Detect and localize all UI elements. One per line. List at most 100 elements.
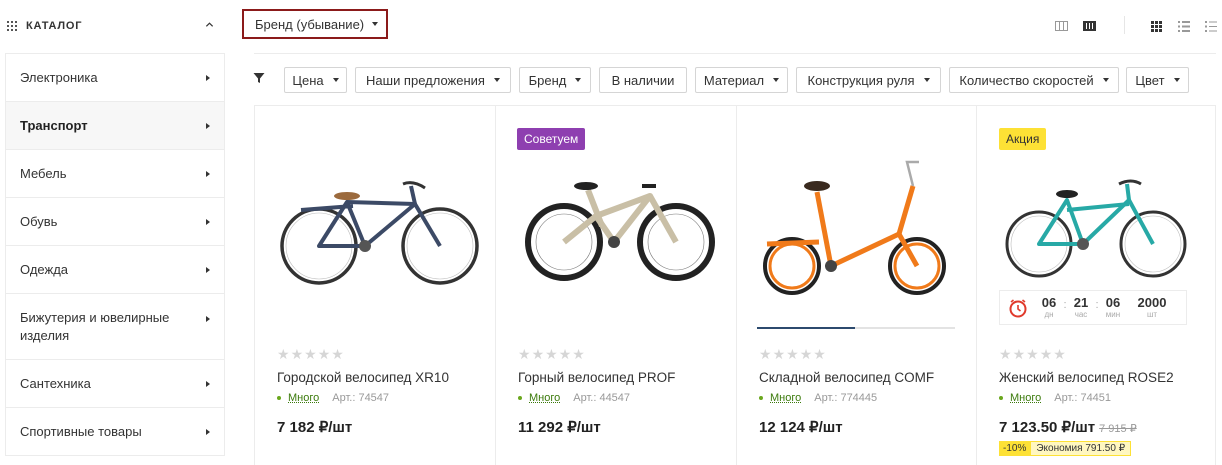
- filter-material[interactable]: Материал: [695, 67, 788, 93]
- stock-dot: [999, 396, 1003, 400]
- sort-label: Бренд (убывание): [255, 16, 365, 32]
- caret-right-icon: [206, 266, 210, 273]
- filter-price[interactable]: Цена: [284, 67, 347, 93]
- filter-label: Наши предложения: [366, 72, 485, 88]
- stock-label: Много: [770, 392, 802, 404]
- stock-dot: [277, 396, 281, 400]
- grid-dots-icon: [7, 21, 17, 31]
- sidebar-item-label: Обувь: [20, 213, 58, 229]
- product-name[interactable]: Горный велосипед PROF: [518, 370, 675, 385]
- sidebar-item-jewelry[interactable]: Бижутерия и ювелирные изделия: [6, 294, 224, 360]
- catalog-header[interactable]: КАТАЛОГ: [0, 0, 226, 52]
- rating-stars[interactable]: ★ ★ ★ ★ ★: [518, 347, 585, 361]
- stock-info: Много Арт.: 74451: [999, 392, 1111, 404]
- product-price: 7 182 ₽/шт: [277, 419, 353, 436]
- product-price: 11 292 ₽/шт: [518, 419, 601, 436]
- product-name[interactable]: Женский велосипед ROSE2: [999, 370, 1174, 385]
- view-list-icon[interactable]: [1178, 21, 1190, 32]
- caret-down-icon: [773, 78, 780, 82]
- catalog-title: КАТАЛОГ: [26, 20, 83, 32]
- timer-hours: 21 час: [1073, 295, 1089, 320]
- article-number: Арт.: 74451: [1054, 392, 1112, 404]
- sidebar-item-furniture[interactable]: Мебель: [6, 150, 224, 198]
- product-image[interactable]: [506, 144, 726, 314]
- caret-right-icon: [206, 380, 210, 387]
- filter-icon[interactable]: [253, 72, 265, 84]
- product-card[interactable]: ★ ★ ★ ★ ★ Складной велосипед COMF Много Арт.…: [737, 106, 978, 465]
- product-image[interactable]: [987, 144, 1207, 294]
- sidebar-item-label: Электроника: [20, 69, 98, 85]
- view-table-icon[interactable]: [1055, 21, 1068, 31]
- caret-down-icon: [332, 78, 339, 82]
- sidebar-item-clothes[interactable]: Одежда: [6, 246, 224, 294]
- filter-brand[interactable]: Бренд: [519, 67, 591, 93]
- caret-right-icon: [206, 170, 210, 177]
- product-image[interactable]: [265, 144, 485, 314]
- product-card[interactable]: Акция 06 дн : 21 час : 06 мин 2000 шт ★ ★ ★ ★ ★ …: [977, 106, 1218, 465]
- product-card[interactable]: Советуем ★ ★ ★ ★ ★ Горный велосипед PROF Мно…: [496, 106, 737, 465]
- stock-info: Много Арт.: 44547: [518, 392, 630, 404]
- view-compact-icon[interactable]: [1083, 21, 1096, 31]
- discount-info: -10% Экономия 791.50 ₽: [999, 441, 1132, 456]
- countdown-timer: 06 дн : 21 час : 06 мин 2000 шт: [999, 290, 1187, 325]
- sort-dropdown[interactable]: Бренд (убывание): [242, 9, 388, 39]
- caret-down-icon: [1173, 78, 1180, 82]
- caret-down-icon: [493, 78, 500, 82]
- current-price: 7 123.50 ₽/шт: [999, 419, 1096, 436]
- filter-label: Количество скоростей: [959, 72, 1094, 88]
- article-number: Арт.: 74547: [332, 392, 390, 404]
- article-number: Арт.: 774445: [814, 392, 878, 404]
- divider: [254, 53, 1216, 54]
- timer-quantity: 2000 шт: [1137, 295, 1167, 320]
- old-price: 7 915 ₽: [1099, 423, 1137, 435]
- product-name[interactable]: Складной велосипед COMF: [759, 370, 934, 385]
- rating-stars[interactable]: ★ ★ ★ ★ ★: [759, 347, 826, 361]
- filter-handlebar[interactable]: Конструкция руля: [796, 67, 941, 93]
- filter-offers[interactable]: Наши предложения: [355, 67, 511, 93]
- image-slider-indicator[interactable]: [757, 327, 955, 329]
- product-name[interactable]: Городской велосипед XR10: [277, 370, 449, 385]
- product-price: 7 123.50 ₽/шт 7 915 ₽: [999, 418, 1137, 436]
- caret-down-icon: [923, 78, 930, 82]
- chevron-up-icon[interactable]: [205, 20, 214, 29]
- view-grid-icon[interactable]: [1151, 21, 1162, 32]
- sidebar-item-transport[interactable]: Транспорт: [6, 102, 224, 150]
- caret-right-icon: [206, 428, 210, 435]
- rating-stars[interactable]: ★ ★ ★ ★ ★: [999, 347, 1066, 361]
- caret-right-icon: [206, 122, 210, 129]
- catalog-list: Электроника Транспорт Мебель Обувь Одежд…: [5, 53, 225, 456]
- divider: [1124, 16, 1125, 34]
- filter-label: В наличии: [611, 72, 675, 88]
- caret-right-icon: [206, 316, 210, 322]
- discount-percent: -10%: [999, 441, 1031, 456]
- timer-minutes: 06 мин: [1105, 295, 1121, 320]
- sidebar-item-label: Мебель: [20, 165, 67, 181]
- stock-label: Много: [288, 392, 320, 404]
- sidebar-item-electronics[interactable]: Электроника: [6, 54, 224, 102]
- product-price: 12 124 ₽/шт: [759, 419, 843, 436]
- rating-stars[interactable]: ★ ★ ★ ★ ★: [277, 347, 344, 361]
- product-card[interactable]: ★ ★ ★ ★ ★ Городской велосипед XR10 Много Арт…: [255, 106, 496, 465]
- stock-info: Много Арт.: 74547: [277, 392, 389, 404]
- catalog-sidebar: КАТАЛОГ Электроника Транспорт Мебель Обу…: [0, 0, 226, 465]
- sidebar-item-plumbing[interactable]: Сантехника: [6, 360, 224, 408]
- caret-right-icon: [206, 218, 210, 225]
- stock-info: Много Арт.: 774445: [759, 392, 877, 404]
- caret-right-icon: [206, 74, 210, 81]
- product-image[interactable]: [747, 144, 967, 314]
- filter-speeds[interactable]: Количество скоростей: [949, 67, 1119, 93]
- discount-savings: Экономия 791.50 ₽: [1030, 441, 1132, 456]
- filter-label: Бренд: [528, 72, 567, 88]
- clock-icon: [1009, 298, 1027, 317]
- view-price-list-icon[interactable]: [1205, 21, 1217, 32]
- caret-down-icon: [575, 78, 582, 82]
- sidebar-item-label: Сантехника: [20, 375, 91, 391]
- sidebar-item-shoes[interactable]: Обувь: [6, 198, 224, 246]
- stock-label: Много: [529, 392, 561, 404]
- filter-color[interactable]: Цвет: [1126, 67, 1189, 93]
- sidebar-item-sports[interactable]: Спортивные товары: [6, 408, 224, 456]
- sidebar-item-label: Транспорт: [20, 117, 88, 133]
- caret-down-icon: [1102, 78, 1109, 82]
- sidebar-item-label: Бижутерия и ювелирные изделия: [20, 309, 170, 343]
- filter-in-stock[interactable]: В наличии: [599, 67, 687, 93]
